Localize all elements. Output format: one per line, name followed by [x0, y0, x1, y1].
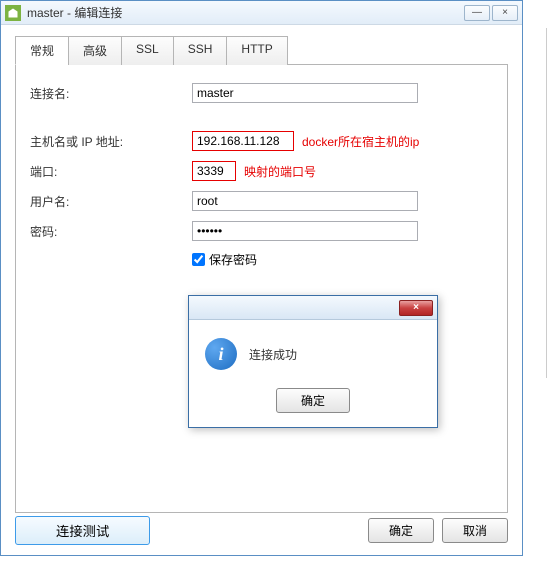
info-icon: i [205, 338, 237, 370]
bottom-bar: 连接测试 确定 取消 [15, 516, 508, 545]
port-label: 端口: [30, 163, 192, 180]
port-highlight [192, 161, 236, 181]
edit-connection-window: master - 编辑连接 — × 常规 高级 SSL SSH HTTP 连接名… [0, 0, 523, 556]
app-icon [5, 5, 21, 21]
host-input[interactable] [193, 132, 293, 150]
save-password-checkbox[interactable] [192, 253, 205, 266]
username-label: 用户名: [30, 193, 192, 210]
host-annotation: docker所在宿主机的ip [302, 133, 419, 150]
test-connection-button[interactable]: 连接测试 [15, 516, 150, 545]
minimize-button[interactable]: — [464, 5, 490, 21]
port-input[interactable] [193, 162, 235, 180]
tab-http[interactable]: HTTP [226, 36, 287, 65]
close-button[interactable]: × [492, 5, 518, 21]
dialog-close-button[interactable]: × [399, 300, 433, 316]
connection-name-input[interactable] [192, 83, 418, 103]
password-label: 密码: [30, 223, 192, 240]
success-dialog: × i 连接成功 确定 [188, 295, 438, 428]
tab-ssl[interactable]: SSL [121, 36, 174, 65]
save-password-label: 保存密码 [209, 251, 257, 268]
host-highlight [192, 131, 294, 151]
tab-advanced[interactable]: 高级 [68, 36, 122, 65]
tab-ssh[interactable]: SSH [173, 36, 228, 65]
close-icon: × [413, 302, 419, 313]
tab-panel-general: 连接名: 主机名或 IP 地址: docker所在宿主机的ip 端口: 映射的端… [15, 65, 508, 513]
titlebar[interactable]: master - 编辑连接 — × [1, 1, 522, 25]
window-title: master - 编辑连接 [27, 4, 464, 21]
ok-button[interactable]: 确定 [368, 518, 434, 543]
host-label: 主机名或 IP 地址: [30, 133, 192, 150]
port-annotation: 映射的端口号 [244, 163, 316, 180]
dialog-message: 连接成功 [249, 346, 297, 363]
tab-strip: 常规 高级 SSL SSH HTTP [15, 35, 508, 65]
dialog-titlebar[interactable]: × [189, 296, 437, 320]
tab-general[interactable]: 常规 [15, 36, 69, 65]
connection-name-label: 连接名: [30, 85, 192, 102]
dialog-ok-button[interactable]: 确定 [276, 388, 350, 413]
password-input[interactable] [192, 221, 418, 241]
username-input[interactable] [192, 191, 418, 211]
cancel-button[interactable]: 取消 [442, 518, 508, 543]
